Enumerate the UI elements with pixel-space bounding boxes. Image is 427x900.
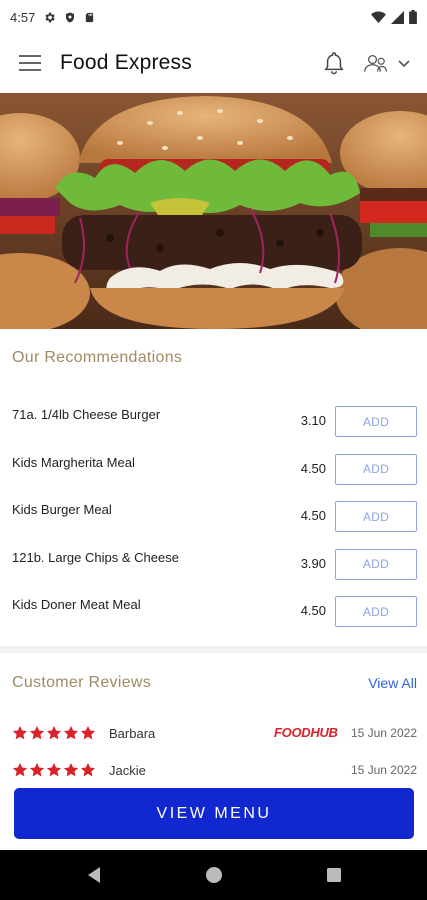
reviews-title: Customer Reviews xyxy=(12,674,152,691)
chevron-down-icon xyxy=(398,60,410,68)
list-item: Kids Burger Meal 4.50 ADD xyxy=(0,493,427,541)
app-bar: Food Express xyxy=(0,36,427,90)
status-time: 4:57 xyxy=(10,9,36,25)
star-icon xyxy=(80,763,96,777)
view-menu-button[interactable]: VIEW MENU xyxy=(14,788,414,839)
home-button[interactable] xyxy=(199,860,229,890)
recommendations-list: 71a. 1/4lb Cheese Burger 3.10 ADD Kids M… xyxy=(0,398,427,636)
hero-burger-image xyxy=(0,93,427,329)
hamburger-menu-icon xyxy=(19,55,41,71)
star-icon xyxy=(46,763,62,777)
battery-icon xyxy=(409,10,417,24)
list-item: Kids Margherita Meal 4.50 ADD xyxy=(0,446,427,494)
add-button[interactable]: ADD xyxy=(335,596,417,627)
view-all-link[interactable]: View All xyxy=(368,675,417,691)
item-name: Kids Doner Meat Meal xyxy=(12,597,141,612)
reviews-header: Customer Reviews View All xyxy=(12,674,417,692)
item-name: Kids Burger Meal xyxy=(12,502,112,517)
star-icon xyxy=(46,726,62,740)
account-menu-button[interactable] xyxy=(363,53,411,73)
list-item: Kids Doner Meat Meal 4.50 ADD xyxy=(0,588,427,636)
star-icon xyxy=(63,763,79,777)
star-icon xyxy=(12,763,28,777)
star-icon xyxy=(29,763,45,777)
star-icon xyxy=(12,726,28,740)
reviewer-name: Jackie xyxy=(109,762,146,778)
status-bar: 4:57 xyxy=(0,0,427,34)
wifi-icon xyxy=(371,11,386,24)
add-button[interactable]: ADD xyxy=(335,501,417,532)
cell-signal-icon xyxy=(391,10,404,24)
add-button[interactable]: ADD xyxy=(335,406,417,437)
shield-icon xyxy=(64,11,76,24)
item-price: 3.90 xyxy=(300,555,326,571)
star-icon xyxy=(63,726,79,740)
user-account-icon xyxy=(364,54,388,72)
star-icon xyxy=(80,726,96,740)
reviewer-name: Barbara xyxy=(109,725,156,741)
menu-button[interactable] xyxy=(0,36,60,90)
review-date: 15 Jun 2022 xyxy=(350,726,417,740)
item-name: 121b. Large Chips & Cheese xyxy=(12,549,179,565)
recommendations-title: Our Recommendations xyxy=(12,349,183,366)
home-circle-icon xyxy=(205,867,222,883)
foodhub-logo: FOODHUB xyxy=(274,725,338,740)
notifications-button[interactable] xyxy=(323,51,345,75)
item-price: 3.10 xyxy=(300,413,326,428)
review-row: Barbara FOODHUB 15 Jun 2022 xyxy=(12,722,417,744)
item-name: Kids Margherita Meal xyxy=(12,454,135,470)
item-price: 4.50 xyxy=(300,460,326,476)
sd-card-icon xyxy=(84,11,95,24)
item-name: 71a. 1/4lb Cheese Burger xyxy=(12,407,161,422)
item-price: 4.50 xyxy=(300,508,326,523)
bell-icon xyxy=(324,52,344,75)
star-rating xyxy=(12,725,109,741)
system-nav-bar xyxy=(0,850,427,900)
star-icon xyxy=(29,726,45,740)
section-divider xyxy=(0,646,427,653)
app-title: Food Express xyxy=(60,51,192,74)
add-button[interactable]: ADD xyxy=(335,548,417,580)
list-item: 71a. 1/4lb Cheese Burger 3.10 ADD xyxy=(0,398,427,446)
review-row: Jackie 15 Jun 2022 xyxy=(12,759,417,781)
add-button[interactable]: ADD xyxy=(335,453,417,485)
list-item: 121b. Large Chips & Cheese 3.90 ADD xyxy=(0,541,427,589)
recents-square-icon xyxy=(326,868,341,882)
review-date: 15 Jun 2022 xyxy=(350,763,417,777)
recents-button[interactable] xyxy=(319,860,349,890)
back-button[interactable] xyxy=(79,860,109,890)
settings-gear-icon xyxy=(43,11,56,24)
star-rating xyxy=(12,762,109,778)
item-price: 4.50 xyxy=(300,603,326,618)
back-triangle-icon xyxy=(87,867,100,883)
